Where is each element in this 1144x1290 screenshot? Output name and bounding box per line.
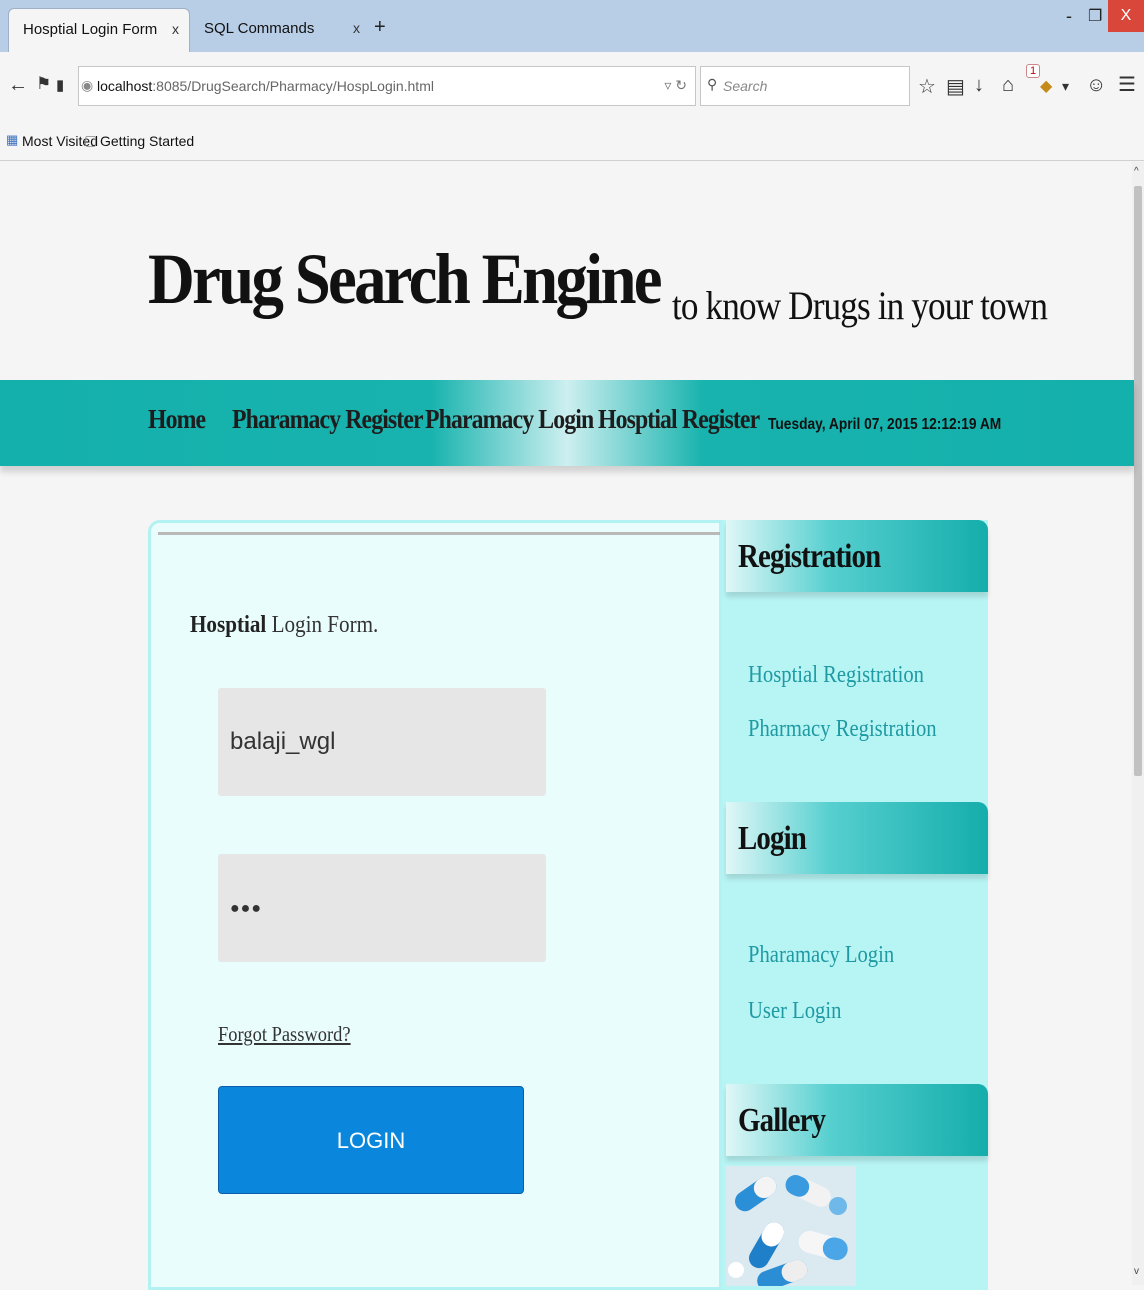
search-icon: ⚲ [707,76,718,92]
bookmark-folder-icon: ▦ [6,132,19,147]
page-icon: ▢ [84,132,98,148]
panel-divider [158,532,720,535]
username-field[interactable]: balaji_wgl [218,688,546,796]
tab-close-icon[interactable]: x [172,21,179,37]
link-pharmacy-registration[interactable]: Pharmacy Registration [748,716,937,743]
site-title: Drug Search Engine [148,239,663,319]
nav-hosptial-register[interactable]: Hosptial Register [598,404,760,435]
tab-label: SQL Commands [204,20,315,37]
reload-icon[interactable]: ↻ [675,77,687,93]
bookmark-star-icon[interactable]: ☆ [918,74,936,99]
key-icon: ⚑ [36,74,52,93]
password-field[interactable]: ●●● [218,854,546,962]
nav-pharamacy-register[interactable]: Pharamacy Register [232,404,424,435]
sidebar-heading-label: Gallery [738,1102,826,1139]
form-heading-rest: Login Form. [266,612,379,638]
pills-image [726,1166,856,1286]
notification-badge[interactable]: 1 [1026,64,1041,78]
site-identity-icon: ◉ [81,77,94,93]
back-icon[interactable]: ← [8,74,28,97]
scrollbar-thumb[interactable] [1134,186,1142,776]
bookmarks-toolbar: ▦ Most Visited ▢ Getting Started [0,124,1144,161]
close-window-button[interactable]: X [1108,0,1144,32]
nav-home[interactable]: Home [148,404,206,435]
tab-sql-commands[interactable]: SQL Commands x [190,8,370,52]
link-hosptial-registration[interactable]: Hosptial Registration [748,662,924,689]
gallery-image-pills[interactable] [726,1166,856,1286]
new-tab-button[interactable]: + [374,16,386,39]
minimize-button[interactable]: - [1066,6,1072,27]
chevron-down-icon[interactable]: ▾ [1062,78,1069,95]
forgot-password-link[interactable]: Forgot Password? [218,1022,351,1047]
sidebar-heading-registration: Registration [726,520,988,592]
date-time: Tuesday, April 07, 2015 12:12:19 AM [768,416,1002,433]
restore-button[interactable]: ❐ [1088,6,1102,26]
sidebar-heading-gallery: Gallery [726,1084,988,1156]
scroll-down-icon[interactable]: v [1134,1266,1139,1277]
form-heading-bold: Hosptial [190,612,267,638]
bookmark-getting-started[interactable]: Getting Started [100,133,194,149]
tab-label: Hosptial Login Form [23,21,158,38]
download-icon[interactable]: ↓ [974,74,984,97]
url-host: localhost [97,78,153,94]
link-pharamacy-login[interactable]: Pharamacy Login [748,942,894,969]
tab-hosptial-login-form[interactable]: Hosptial Login Form x [8,8,190,52]
username-value: balaji_wgl [230,728,336,755]
reading-list-icon[interactable]: ▤ [946,74,965,99]
login-button[interactable]: LOGIN [218,1086,524,1194]
nav-pharamacy-login[interactable]: Pharamacy Login [425,404,594,435]
password-value: ●●● [230,900,262,917]
menu-icon[interactable]: ☰ [1118,72,1136,97]
tab-close-icon[interactable]: x [353,20,360,36]
sidebar-heading-login: Login [726,802,988,874]
search-placeholder: Search [723,78,768,94]
extension-icon[interactable]: ◆ [1040,76,1052,96]
form-heading: Hosptial Login Form. [190,612,378,639]
home-icon[interactable]: ⌂ [1002,74,1014,97]
sidebar-heading-label: Login [738,820,807,857]
page-info-icon[interactable]: ▮ [56,76,64,94]
sidebar-heading-label: Registration [738,538,881,575]
search-input[interactable]: ⚲ Search [700,66,910,106]
site-tagline: to know Drugs in your town [672,283,1048,328]
url-path: :8085/DrugSearch/Pharmacy/HospLogin.html [152,78,434,94]
scroll-up-icon[interactable]: ^ [1134,166,1139,177]
url-bar[interactable]: ◉ localhost:8085/DrugSearch/Pharmacy/Hos… [78,66,696,106]
dropdown-arrow-icon[interactable]: ▿ [664,77,671,93]
smiley-icon[interactable]: ☺ [1086,74,1106,97]
link-user-login[interactable]: User Login [748,998,841,1025]
